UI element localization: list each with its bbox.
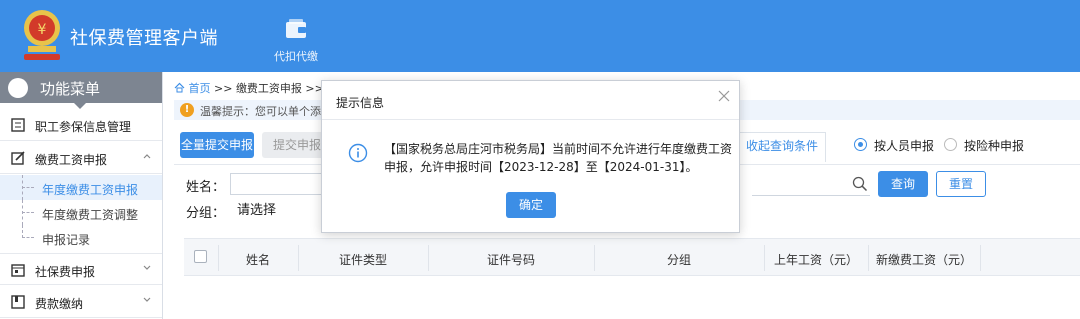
search-icon	[852, 176, 868, 192]
sidebar-subitem-label: 申报记录	[42, 233, 91, 247]
name-filter-input[interactable]	[230, 173, 330, 195]
query-button[interactable]: 查询	[878, 171, 928, 197]
sidebar-subitem-declaration-records[interactable]: 申报记录	[0, 225, 162, 250]
sidebar-item-wage-declaration[interactable]: 缴费工资申报	[0, 142, 162, 174]
column-header-id-type: 证件类型	[338, 253, 387, 267]
radio-label: 按人员申报	[874, 139, 935, 153]
sidebar-item-social-insurance-declaration[interactable]: 社保费申报	[0, 253, 162, 285]
wallet-icon	[286, 19, 306, 38]
sidebar-item-label: 社保费申报	[35, 265, 96, 279]
breadcrumb-level1[interactable]: 缴费工资申报	[236, 82, 302, 95]
column-header-new-wage: 新缴费工资（元）	[875, 253, 972, 267]
radio-label: 按险种申报	[964, 139, 1025, 153]
breadcrumb: 首页 >> 缴费工资申报 >> 年	[174, 80, 338, 96]
confirm-button[interactable]: 确定	[506, 192, 556, 218]
data-table: 姓名 证件类型 证件号码 分组 上年工资（元） 新缴费工资（元）	[184, 238, 1080, 319]
select-all-checkbox[interactable]	[194, 250, 207, 263]
menu-icon	[8, 78, 28, 98]
sidebar-header-title: 功能菜单	[40, 80, 101, 98]
withholding-tool-button[interactable]: 代扣代缴	[268, 16, 324, 66]
sidebar-item-label: 职工参保信息管理	[35, 120, 132, 134]
app-header: ¥ 社保费管理客户端 代扣代缴	[0, 0, 1080, 72]
chevron-down-icon	[143, 265, 151, 270]
submit-all-button[interactable]: 全量提交申报	[180, 132, 254, 158]
home-icon	[174, 82, 185, 93]
sidebar-subitem-label: 年度缴费工资申报	[42, 183, 139, 197]
sidebar-item-label: 费款缴纳	[35, 297, 84, 311]
dialog-title: 提示信息	[336, 96, 385, 110]
sidebar-item-employee-insurance[interactable]: 职工参保信息管理	[0, 109, 162, 141]
sidebar-subitem-annual-wage-declaration[interactable]: 年度缴费工资申报	[0, 175, 162, 200]
radio-dot	[944, 138, 957, 151]
sidebar-item-fee-payment[interactable]: 费款缴纳	[0, 286, 162, 318]
column-divider	[980, 245, 981, 271]
breadcrumb-separator: >>	[210, 82, 236, 95]
reset-button[interactable]: 重置	[936, 171, 986, 197]
info-icon	[348, 143, 368, 163]
sidebar-subitem-annual-wage-adjustment[interactable]: 年度缴费工资调整	[0, 200, 162, 225]
column-header-last-year-wage: 上年工资（元）	[773, 253, 858, 267]
tree-branch	[22, 212, 34, 213]
column-header-group: 分组	[666, 253, 691, 267]
collapse-filters-link[interactable]: 收起查询条件	[738, 132, 826, 162]
chevron-up-icon	[143, 154, 151, 159]
tax-emblem-logo: ¥	[24, 10, 60, 60]
tree-branch	[22, 187, 34, 188]
svg-text:¥: ¥	[38, 22, 47, 38]
name-filter-label: 姓名：	[186, 180, 226, 195]
calendar-icon	[11, 264, 25, 277]
warning-icon: !	[180, 103, 194, 117]
group-filter-select[interactable]: 请选择	[230, 200, 330, 222]
sidebar-header: 功能菜单	[0, 72, 162, 109]
column-header-id-number: 证件号码	[486, 253, 535, 267]
chevron-down-icon	[143, 297, 151, 302]
tree-branch	[22, 237, 34, 238]
info-dialog: 提示信息 【国家税务总局庄河市税务局】当前时间不允许进行年度缴费工资申报，允许申…	[321, 80, 740, 233]
notice-text: 温馨提示：您可以单个添加	[200, 105, 332, 118]
close-icon[interactable]	[717, 89, 731, 103]
list-icon	[11, 118, 25, 132]
book-icon	[11, 295, 25, 309]
radio-dot	[854, 138, 867, 151]
app-title: 社保费管理客户端	[70, 28, 218, 49]
sidebar-subitem-label: 年度缴费工资调整	[42, 208, 139, 222]
edit-icon	[11, 151, 25, 165]
breadcrumb-home-link[interactable]: 首页	[189, 82, 211, 95]
table-header: 姓名 证件类型 证件号码 分组 上年工资（元） 新缴费工资（元）	[184, 238, 1080, 276]
group-filter-label: 分组：	[186, 206, 226, 221]
sidebar-item-label: 缴费工资申报	[35, 153, 108, 167]
search-field[interactable]	[752, 174, 870, 196]
withholding-tool-label: 代扣代缴	[274, 50, 318, 63]
sidebar: 功能菜单 职工参保信息管理 缴费工资申报 年度缴费工资申报 年度缴费工资调整 申…	[0, 72, 163, 319]
dialog-header: 提示信息	[322, 81, 739, 120]
dialog-message: 【国家税务总局庄河市税务局】当前时间不允许进行年度缴费工资申报，允许申报时间【2…	[384, 142, 733, 174]
column-header-name: 姓名	[245, 253, 270, 267]
